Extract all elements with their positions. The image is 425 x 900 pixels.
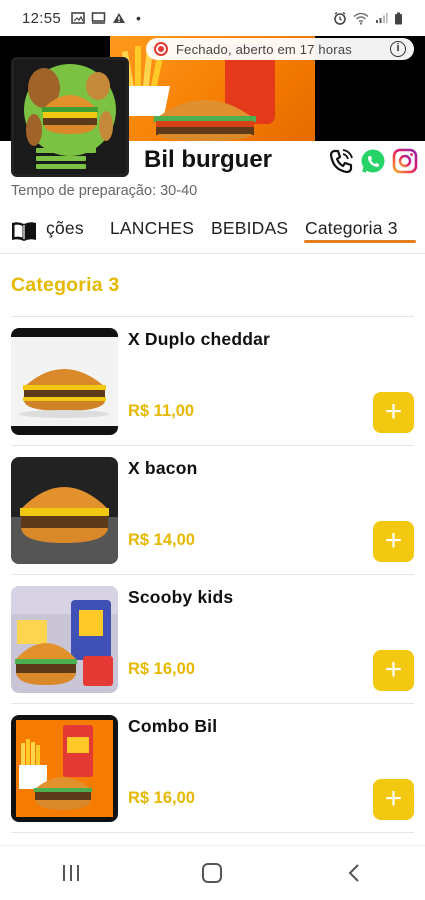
product-price: R$ 14,00 [128,531,195,549]
status-dot: • [136,10,141,26]
home-icon[interactable] [192,858,232,888]
status-left-icons: • [71,10,141,26]
store-name: Bil burguer [144,146,273,173]
tab-categoria-3[interactable]: Categoria 3 [305,218,398,239]
product-name: Combo Bil [128,716,218,736]
plus-icon: + [384,523,403,557]
product-price: R$ 16,00 [128,789,195,807]
closed-status-icon [154,42,168,56]
product-image [11,586,118,693]
status-right-icons [333,11,403,25]
instagram-icon[interactable] [392,148,418,174]
back-icon[interactable] [334,858,374,888]
whatsapp-icon[interactable] [360,148,386,174]
recents-icon[interactable] [51,858,91,888]
tab-promocoes[interactable]: ções [46,218,84,239]
store-status-pill[interactable]: Fechado, aberto em 17 horas i [146,38,414,60]
social-links [328,148,418,174]
alarm-icon [334,11,346,25]
store-logo [11,57,129,177]
prep-time: Tempo de preparação: 30-40 [11,183,198,199]
product-name: Scooby kids [128,587,234,607]
menu-book-icon[interactable] [11,220,37,242]
product-price: R$ 11,00 [128,402,195,420]
category-tabs: ções LANCHES BEBIDAS Categoria 3 [0,206,425,254]
product-item[interactable]: Combo Bil R$ 16,00 + [11,704,414,833]
product-item[interactable]: X Duplo cheddar R$ 11,00 + [11,317,414,446]
phone-icon[interactable] [328,148,354,174]
status-bar: 12:55 • [0,0,425,36]
add-to-cart-button[interactable]: + [373,521,414,562]
product-price: R$ 16,00 [128,660,195,678]
plus-icon: + [384,781,403,815]
photo-icon [71,12,85,24]
product-image [11,328,118,435]
plus-icon: + [384,652,403,686]
add-to-cart-button[interactable]: + [373,650,414,691]
warning-icon [113,13,126,23]
add-to-cart-button[interactable]: + [373,392,414,433]
tab-lanches[interactable]: LANCHES [110,218,194,239]
tab-bebidas[interactable]: BEBIDAS [211,218,288,239]
section-title: Categoria 3 [11,274,120,296]
battery-icon [395,12,402,24]
cast-icon [91,12,106,24]
signal-icon [376,13,388,23]
wifi-icon [353,12,369,25]
product-item[interactable]: X bacon R$ 14,00 + [11,446,414,575]
product-name: X Duplo cheddar [128,329,271,349]
product-item[interactable]: Scooby kids R$ 16,00 + [11,575,414,704]
logo-image [14,60,126,174]
store-status-text: Fechado, aberto em 17 horas [176,41,352,57]
banner-burger-image [154,100,256,141]
product-image [11,457,118,564]
add-to-cart-button[interactable]: + [373,779,414,820]
status-time: 12:55 [22,9,62,27]
plus-icon: + [384,394,403,428]
active-tab-indicator [304,240,416,243]
info-icon[interactable]: i [390,41,406,57]
product-image [11,715,118,822]
system-navigation-bar [0,845,425,900]
product-name: X bacon [128,458,198,478]
